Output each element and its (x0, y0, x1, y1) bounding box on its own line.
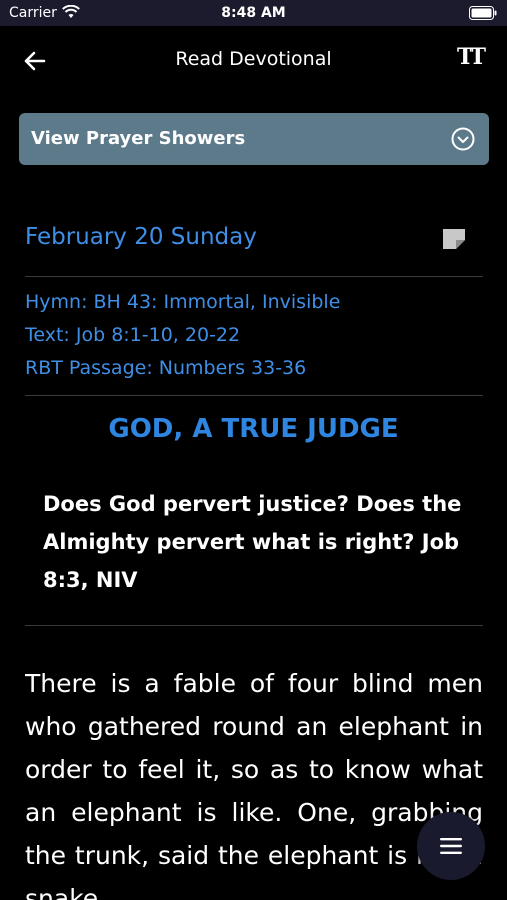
note-icon[interactable] (441, 227, 467, 249)
menu-icon (440, 838, 462, 854)
battery-icon (469, 6, 497, 20)
hymn-line: Hymn: BH 43: Immortal, Invisible (25, 291, 341, 313)
text-line: Text: Job 8:1-10, 20-22 (25, 324, 241, 346)
status-time: 8:48 AM (221, 5, 286, 21)
devotional-body: There is a fable of four blind men who g… (25, 669, 483, 900)
divider (25, 395, 483, 396)
menu-button[interactable] (417, 812, 485, 880)
page-title: Read Devotional (175, 48, 332, 70)
app-header: Read Devotional TT (0, 26, 507, 96)
divider (25, 625, 483, 626)
key-verse: Does God pervert justice? Does the Almig… (43, 492, 462, 592)
prayer-showers-dropdown[interactable]: View Prayer Showers (19, 113, 489, 165)
text-size-icon[interactable]: TT (457, 44, 486, 70)
devotional-title: GOD, A TRUE JUDGE (108, 414, 399, 444)
chevron-down-circle-icon (451, 127, 475, 151)
divider (25, 276, 483, 277)
status-bar: Carrier 8:48 AM (0, 0, 507, 26)
rbt-passage-line: RBT Passage: Numbers 33-36 (25, 357, 307, 379)
devotional-date: February 20 Sunday (25, 224, 257, 250)
prayer-showers-label: View Prayer Showers (31, 128, 246, 149)
